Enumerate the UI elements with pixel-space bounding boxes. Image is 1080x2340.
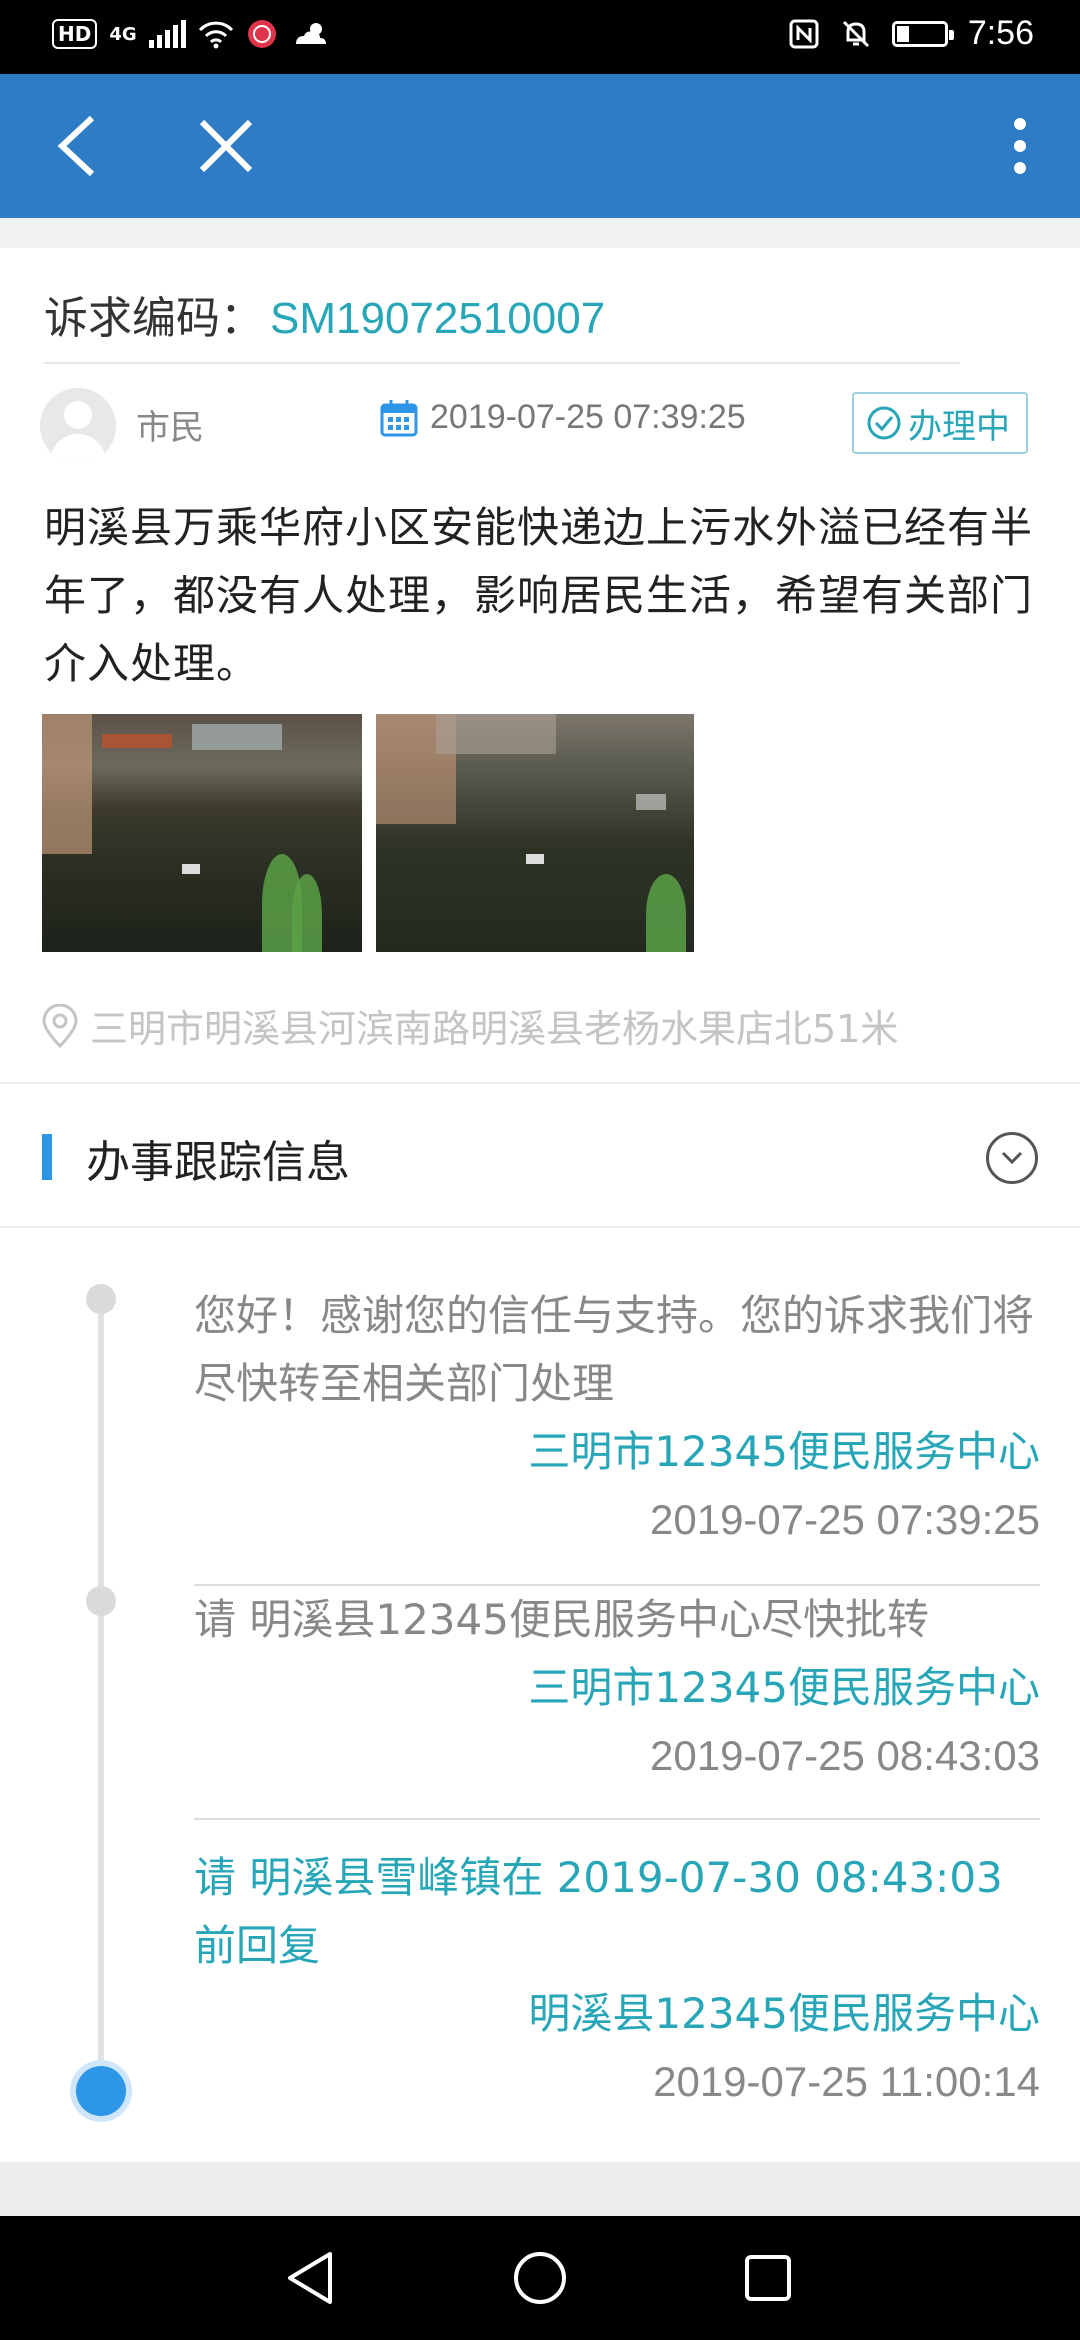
timeline-org: 三明市12345便民服务中心 xyxy=(528,1427,1040,1476)
divider xyxy=(44,362,960,364)
close-button[interactable] xyxy=(166,74,286,218)
appeal-photo-1[interactable] xyxy=(42,714,362,952)
wifi-icon xyxy=(198,21,233,49)
weather-icon xyxy=(295,23,326,44)
timeline-dot xyxy=(86,1284,116,1314)
appeal-meta: 市民 2019-07-25 07:39:25 办理中 xyxy=(40,384,1040,464)
timeline-message: 请 明溪县雪峰镇在 2019-07-30 08:43:03 前回复 xyxy=(194,1853,1003,1970)
appeal-date-text: 2019-07-25 07:39:25 xyxy=(430,398,746,436)
address-text: 三明市明溪县河滨南路明溪县老杨水果店北51米 xyxy=(90,1007,899,1051)
network-type: 4G xyxy=(109,23,137,45)
timeline-org: 三明市12345便民服务中心 xyxy=(528,1663,1040,1712)
timeline-time: 2019-07-25 07:39:25 xyxy=(650,1496,1040,1543)
location-pin-icon xyxy=(42,1003,78,1048)
navigation-bar xyxy=(0,2216,1080,2340)
appeal-description: 明溪县万乘华府小区安能快递边上污水外溢已经有半年了，都没有人处理，影响居民生活，… xyxy=(44,503,1034,688)
timeline-dot-current xyxy=(76,2066,126,2116)
timeline-item: 您好！感谢您的信任与支持。您的诉求我们将尽快转至相关部门处理 三明市12345便… xyxy=(194,1282,1040,1554)
collapse-button[interactable] xyxy=(986,1132,1038,1184)
nav-home-button[interactable] xyxy=(480,2216,600,2340)
nav-recents-button[interactable] xyxy=(708,2216,828,2340)
circle-home-icon xyxy=(514,2252,566,2304)
divider xyxy=(0,218,1080,248)
app-notification-icon xyxy=(247,20,276,48)
tracking-title: 办事跟踪信息 xyxy=(86,1137,350,1188)
app-bar xyxy=(0,74,1080,218)
tracking-section-header[interactable]: 办事跟踪信息 xyxy=(0,1096,1080,1216)
timeline-time: 2019-07-25 08:43:03 xyxy=(650,1732,1040,1779)
triangle-back-icon xyxy=(288,2252,332,2304)
check-circle-icon xyxy=(867,406,901,440)
timeline-org: 明溪县12345便民服务中心 xyxy=(528,1989,1040,2038)
divider xyxy=(0,1082,1080,1084)
square-recents-icon xyxy=(745,2255,791,2301)
clock: 7:56 xyxy=(967,14,1034,52)
nav-back-button[interactable] xyxy=(250,2216,370,2340)
appeal-date: 2019-07-25 07:39:25 xyxy=(380,398,746,437)
chevron-left-icon xyxy=(57,115,95,177)
bottom-spacer xyxy=(0,2162,1080,2216)
hd-indicator: HD xyxy=(52,19,98,49)
more-vertical-icon xyxy=(1014,118,1026,174)
status-badge: 办理中 xyxy=(852,392,1028,454)
timeline-item: 请 明溪县雪峰镇在 2019-07-30 08:43:03 前回复 明溪县123… xyxy=(194,1844,1040,2116)
close-icon xyxy=(199,119,253,173)
back-button[interactable] xyxy=(16,74,136,218)
timeline-line xyxy=(98,1300,104,2090)
calendar-icon xyxy=(380,399,418,436)
battery-icon xyxy=(891,20,954,47)
appeal-code-label: 诉求编码： xyxy=(44,293,264,344)
divider xyxy=(0,1226,1080,1228)
user-role: 市民 xyxy=(136,408,204,448)
section-accent-bar xyxy=(42,1134,52,1180)
chevron-down-icon xyxy=(1001,1151,1023,1165)
appeal-photo-2[interactable] xyxy=(376,714,694,952)
timeline-dot xyxy=(86,1586,116,1616)
appeal-code-value: SM19072510007 xyxy=(270,294,606,343)
status-bar: HD 4G 7:56 xyxy=(0,0,1080,74)
timeline-message: 您好！感谢您的信任与支持。您的诉求我们将尽快转至相关部门处理 xyxy=(194,1291,1035,1408)
divider xyxy=(194,1818,1040,1820)
bell-muted-icon xyxy=(842,20,869,47)
timeline-item: 请 明溪县12345便民服务中心尽快批转 三明市12345便民服务中心 2019… xyxy=(194,1586,1040,1790)
timeline-message: 请 明溪县12345便民服务中心尽快批转 xyxy=(194,1595,929,1644)
avatar xyxy=(40,388,116,464)
more-button[interactable] xyxy=(960,74,1080,218)
appeal-code-row: 诉求编码： SM19072510007 xyxy=(44,282,605,346)
appeal-address: 三明市明溪县河滨南路明溪县老杨水果店北51米 xyxy=(40,998,898,1053)
status-badge-text: 办理中 xyxy=(908,406,1010,447)
timeline-time: 2019-07-25 11:00:14 xyxy=(653,2058,1040,2105)
nfc-icon xyxy=(789,19,819,48)
signal-icon xyxy=(148,20,186,48)
